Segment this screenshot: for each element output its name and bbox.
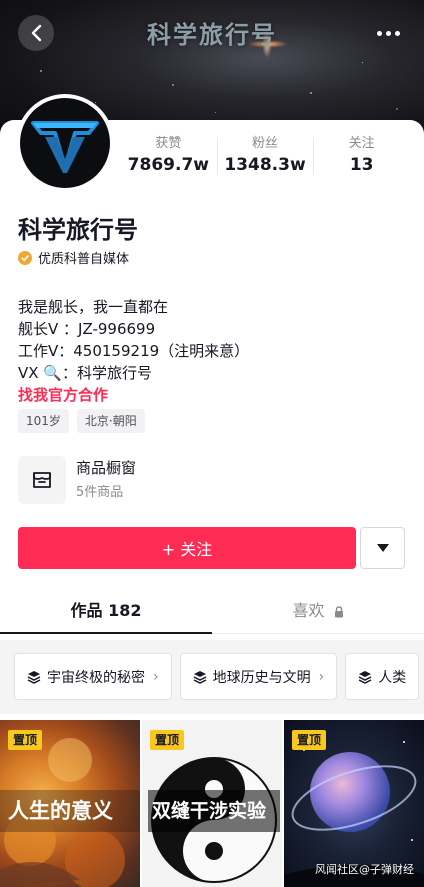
layers-icon xyxy=(193,670,206,684)
collection-chip[interactable]: 地球历史与文明 › xyxy=(179,653,338,700)
profile-name: 科学旅行号 xyxy=(18,216,138,244)
video-thumbnail[interactable]: 置顶 双缝干涉实验 xyxy=(142,720,282,887)
verification-badge: 优质科普自媒体 xyxy=(18,248,129,267)
back-button[interactable] xyxy=(18,15,54,51)
chevron-right-icon: › xyxy=(318,668,325,685)
banner-title: 科学旅行号 xyxy=(147,20,277,49)
collections-list: 宇宙终极的秘密 › 地球历史与文明 › 人类 xyxy=(14,653,420,700)
chevron-left-icon xyxy=(31,24,42,42)
lock-icon xyxy=(334,605,343,617)
stat-likes[interactable]: 获赞 7869.7w xyxy=(120,135,217,179)
bio-line: 舰长V ：JZ-996699 xyxy=(18,320,156,338)
cooperation-link[interactable]: 找我官方合作 xyxy=(18,384,249,406)
chevron-right-icon: › xyxy=(153,668,159,685)
bio-line: 我是舰长，我一直都在 xyxy=(18,298,169,316)
collection-chip[interactable]: 宇宙终极的秘密 › xyxy=(14,653,172,700)
pinned-badge: 置顶 xyxy=(150,730,185,750)
caret-down-icon xyxy=(376,544,389,552)
avatar[interactable] xyxy=(16,94,114,192)
shop-icon xyxy=(18,456,66,504)
tab-likes[interactable]: 喜欢 xyxy=(212,590,424,633)
profile-tags: 101岁 北京·朝阳 xyxy=(18,409,145,433)
stats-bar: 获赞 7869.7w 粉丝 1348.3w 关注 13 xyxy=(120,135,410,179)
bio: 我是舰长，我一直都在 舰长V ：JZ-996699 工作V：450159219（… xyxy=(18,296,249,406)
logo-v-icon xyxy=(31,121,99,173)
tag-location[interactable]: 北京·朝阳 xyxy=(76,409,145,433)
bio-line: 工作V：450159219（注明来意） xyxy=(18,342,250,360)
pinned-badge: 置顶 xyxy=(8,730,43,750)
stat-label: 关注 xyxy=(348,136,375,151)
verification-text: 优质科普自媒体 xyxy=(38,252,130,267)
more-dots-icon xyxy=(376,30,382,36)
tag-age: 101岁 xyxy=(18,409,69,433)
follow-button[interactable]: + 关注 xyxy=(18,527,356,569)
collection-chip[interactable]: 人类 xyxy=(345,653,420,700)
content-tabs: 作品 182 喜欢 xyxy=(0,590,424,634)
layers-icon xyxy=(358,670,372,684)
bio-line: VX 🔍：科学旅行号 xyxy=(18,364,152,382)
layers-icon xyxy=(27,670,41,684)
recommend-dropdown-button[interactable] xyxy=(360,527,405,569)
watermark: 风闻社区@子弹财经 xyxy=(315,863,414,876)
video-thumbnail[interactable]: 置顶 人生的意义 xyxy=(0,720,140,887)
stat-value: 1348.3w xyxy=(224,155,306,175)
shop-subtitle: 5件商品 xyxy=(76,485,124,500)
verified-check-icon xyxy=(18,250,32,265)
stat-label: 获赞 xyxy=(155,136,182,151)
stat-following[interactable]: 关注 13 xyxy=(313,135,410,179)
shop-title: 商品橱窗 xyxy=(76,459,137,477)
shop-window[interactable]: 商品橱窗 5件商品 xyxy=(18,456,136,504)
stat-followers[interactable]: 粉丝 1348.3w xyxy=(216,135,314,179)
stat-value: 13 xyxy=(349,155,374,175)
stat-label: 粉丝 xyxy=(252,136,279,151)
tab-works[interactable]: 作品 182 xyxy=(0,590,212,634)
pinned-badge: 置顶 xyxy=(292,730,327,750)
stat-value: 7869.7w xyxy=(127,155,209,175)
video-caption: 人生的意义 xyxy=(0,790,140,832)
more-button[interactable] xyxy=(370,15,406,51)
video-grid: 置顶 人生的意义 置顶 双缝干涉实验 置顶 风闻社区@子弹财经 xyxy=(0,720,424,887)
video-caption: 双缝干涉实验 xyxy=(148,790,280,832)
